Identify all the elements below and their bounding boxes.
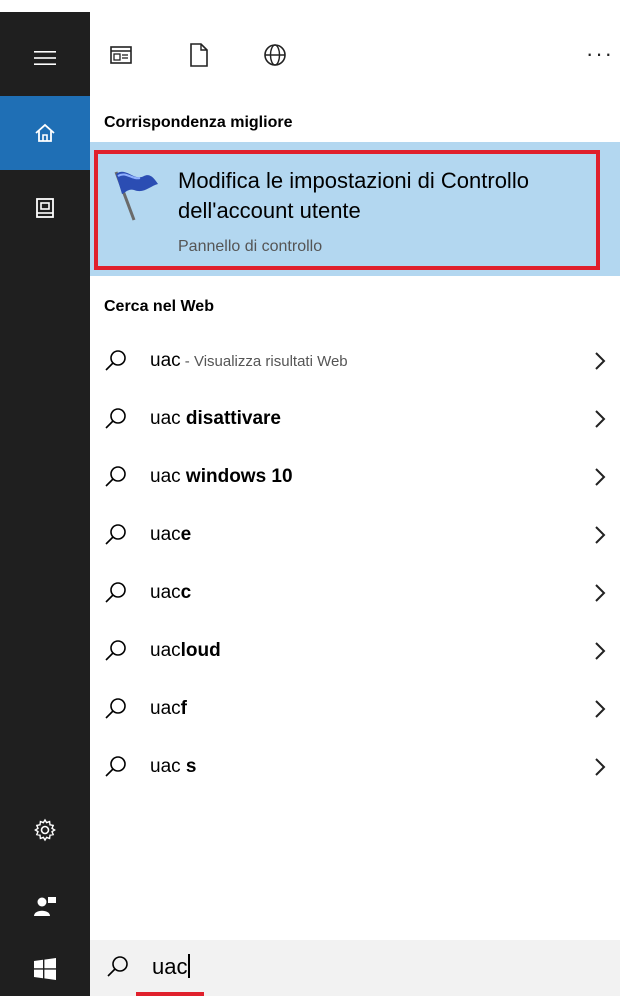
web-search-heading: Cerca nel Web — [104, 298, 214, 315]
best-match-item[interactable]: Modifica le impostazioni di Controllo de… — [90, 142, 620, 276]
chevron-right-icon — [595, 468, 606, 486]
more-options-button[interactable]: ··· — [586, 43, 614, 65]
chevron-right-icon — [595, 410, 606, 428]
home-icon — [35, 123, 55, 142]
uac-flag-icon — [114, 171, 158, 221]
globe-icon — [264, 44, 286, 66]
windows-logo-icon — [34, 958, 56, 980]
web-result-row[interactable]: uac disattivare — [90, 390, 620, 448]
red-underline-annotation — [136, 992, 204, 996]
web-result-row[interactable]: uac windows 10 — [90, 448, 620, 506]
search-icon — [105, 640, 126, 661]
web-result-row[interactable]: uac - Visualizza risultati Web — [90, 332, 620, 390]
result-prefix: uac — [150, 350, 181, 371]
best-match-title: Modifica le impostazioni di Controllo de… — [178, 168, 529, 223]
person-feedback-icon — [34, 897, 56, 916]
web-result-row[interactable]: uacf — [90, 680, 620, 738]
chevron-right-icon — [595, 700, 606, 718]
search-box[interactable]: uac — [90, 940, 620, 996]
search-results-panel: ··· Corrispondenza migliore Modifica le … — [90, 0, 620, 940]
result-prefix: uac — [150, 524, 181, 545]
documents-filter-button[interactable] — [184, 40, 214, 70]
result-completion: f — [180, 698, 187, 719]
result-text: uacf — [150, 698, 187, 720]
result-text: uac - Visualizza risultati Web — [150, 350, 348, 372]
search-icon — [105, 350, 126, 371]
chevron-right-icon — [595, 758, 606, 776]
web-result-row[interactable]: uacc — [90, 564, 620, 622]
result-text: uac s — [150, 756, 197, 778]
web-result-row[interactable]: uac s — [90, 738, 620, 796]
start-button[interactable] — [0, 942, 90, 996]
home-button[interactable] — [0, 96, 90, 170]
hamburger-menu-button[interactable] — [0, 22, 90, 94]
result-text: uac disattivare — [150, 408, 281, 430]
gear-icon — [34, 818, 56, 842]
chevron-right-icon — [595, 584, 606, 602]
result-completion: windows 10 — [185, 466, 293, 487]
search-icon — [107, 956, 128, 977]
apps-icon — [110, 46, 132, 64]
result-completion: loud — [180, 640, 221, 661]
result-text: uacc — [150, 582, 191, 604]
search-query-text: uac — [152, 954, 188, 979]
result-prefix: uac — [150, 640, 181, 661]
search-icon — [105, 756, 126, 777]
settings-button[interactable] — [0, 798, 90, 862]
web-result-row[interactable]: uacloud — [90, 622, 620, 680]
result-completion: e — [180, 524, 192, 545]
result-text: uace — [150, 524, 191, 546]
hamburger-icon — [34, 51, 56, 65]
result-prefix: uac — [150, 756, 186, 777]
result-prefix: uac — [150, 408, 186, 429]
chevron-right-icon — [595, 642, 606, 660]
text-caret — [188, 954, 191, 978]
left-rail — [0, 0, 90, 996]
result-hint: - Visualizza risultati Web — [180, 353, 348, 370]
result-completion: disattivare — [185, 408, 281, 429]
search-icon — [105, 466, 126, 487]
result-completion: s — [185, 756, 197, 777]
result-text: uacloud — [150, 640, 221, 662]
document-icon — [190, 43, 208, 67]
web-filter-button[interactable] — [260, 40, 290, 70]
result-completion: c — [180, 582, 192, 603]
search-icon — [105, 698, 126, 719]
search-input[interactable]: uac — [152, 954, 191, 980]
web-result-row[interactable]: uace — [90, 506, 620, 564]
notebook-button[interactable] — [0, 172, 90, 244]
web-results-list: uac - Visualizza risultati Web uac disatt… — [90, 332, 620, 796]
apps-filter-button[interactable] — [106, 40, 136, 70]
best-match-subtitle: Pannello di controllo — [178, 238, 323, 255]
result-text: uac windows 10 — [150, 466, 293, 488]
chevron-right-icon — [595, 352, 606, 370]
feedback-button[interactable] — [0, 874, 90, 938]
best-match-heading: Corrispondenza migliore — [104, 114, 293, 131]
chevron-right-icon — [595, 526, 606, 544]
result-prefix: uac — [150, 582, 181, 603]
notebook-icon — [36, 198, 54, 218]
filter-toolbar: ··· — [90, 20, 620, 80]
search-icon — [105, 524, 126, 545]
search-icon — [105, 582, 126, 603]
result-prefix: uac — [150, 466, 186, 487]
result-prefix: uac — [150, 698, 181, 719]
search-icon — [105, 408, 126, 429]
rail-top-spacer — [0, 0, 90, 12]
